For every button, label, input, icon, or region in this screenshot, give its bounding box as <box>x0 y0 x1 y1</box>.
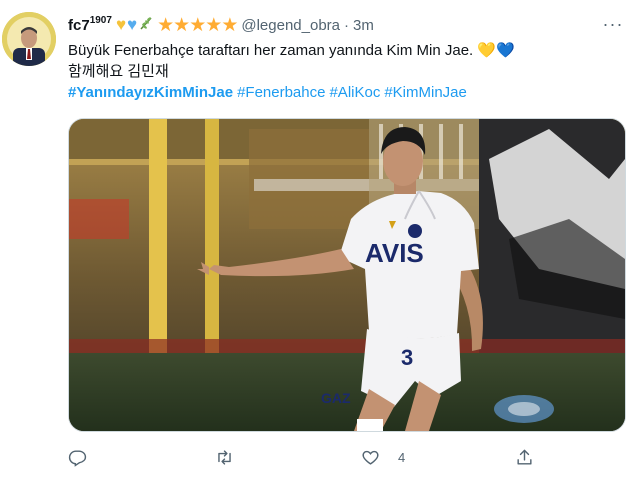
tweet-card[interactable]: fc71907 ♥ ♥ ★★★★★ @legend_obra · 3m ··· … <box>0 0 640 485</box>
olive-branch-icon <box>138 15 154 36</box>
yellow-heart-icon: ♥ <box>115 15 127 34</box>
display-name[interactable]: fc71907 <box>68 15 112 34</box>
retweet-icon <box>218 449 231 465</box>
avatar-image <box>2 12 56 66</box>
shorts-number-text: 3 <box>401 345 413 370</box>
tweet-text-line: 함께해요 김민재 <box>68 63 169 80</box>
more-options-icon[interactable]: ··· <box>602 14 624 36</box>
reply-button[interactable] <box>68 445 87 469</box>
hashtag-list: #YanındayızKimMinJae #Fenerbahce #AliKoc #K… <box>68 82 628 103</box>
retweet-button[interactable] <box>215 445 234 469</box>
heart-icon <box>362 450 379 465</box>
hashtag-link[interactable]: #KimMinJae <box>384 84 467 101</box>
photo-football-player: AVIS 3 GAZ <box>69 119 625 431</box>
tweet-header: fc71907 ♥ ♥ ★★★★★ @legend_obra · 3m <box>68 14 374 36</box>
blue-heart-icon: ♥ <box>127 15 138 34</box>
name-emojis: ♥ ♥ <box>116 15 154 36</box>
tweet-text: Büyük Fenerbahçe taraftarı her zaman yan… <box>68 40 628 103</box>
hashtag-link[interactable]: #YanındayızKimMinJae <box>68 84 233 101</box>
star-icon: ★ <box>173 14 190 36</box>
jersey-sponsor-text: AVIS <box>365 238 424 268</box>
tweet-photo[interactable]: AVIS 3 GAZ <box>68 118 626 432</box>
tweet-timestamp[interactable]: 3m <box>353 17 374 34</box>
star-icon: ★ <box>221 14 238 36</box>
user-handle[interactable]: @legend_obra <box>241 17 340 34</box>
hashtag-link[interactable]: #Fenerbahce <box>237 84 325 101</box>
tweet-actions: 4 <box>68 445 538 469</box>
shorts-sponsor-text: GAZ <box>321 390 351 406</box>
share-button[interactable] <box>515 445 534 469</box>
star-icon: ★ <box>189 14 206 36</box>
star-rating-icons: ★★★★★ <box>157 14 238 37</box>
like-count: 4 <box>398 449 406 465</box>
avatar[interactable] <box>2 12 56 66</box>
star-icon: ★ <box>157 14 174 36</box>
display-name-superscript: 1907 <box>89 15 112 26</box>
hashtag-link[interactable]: #AliKoc <box>329 84 380 101</box>
reply-icon <box>68 449 87 467</box>
tweet-text-line: Büyük Fenerbahçe taraftarı her zaman yan… <box>68 42 515 59</box>
star-icon: ★ <box>205 14 222 36</box>
separator-dot: · <box>344 16 349 34</box>
like-button[interactable]: 4 <box>361 445 405 469</box>
share-icon <box>517 449 532 465</box>
